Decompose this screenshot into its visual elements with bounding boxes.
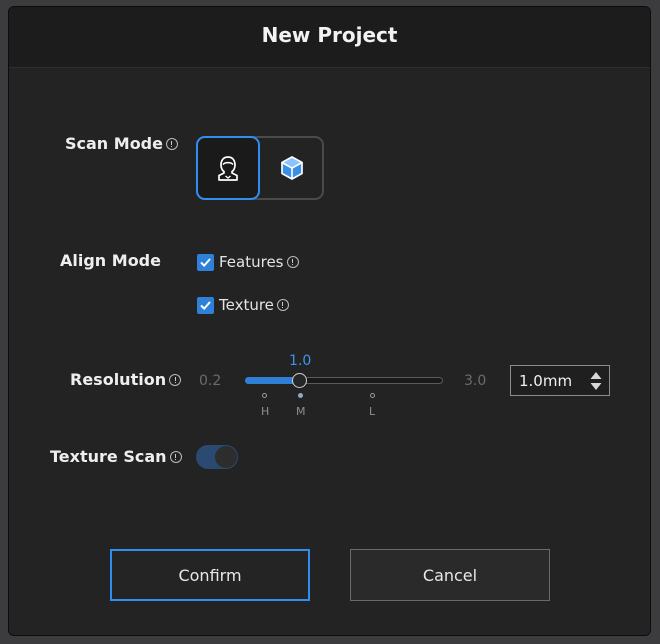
resolution-row: Resolution	[70, 370, 182, 389]
resolution-slider-thumb[interactable]	[292, 373, 307, 388]
resolution-info-icon[interactable]	[169, 373, 182, 386]
features-label: Features	[219, 253, 284, 271]
new-project-dialog: New Project Scan Mode Align Mode Feature…	[8, 6, 651, 636]
tick-m-dot	[298, 393, 303, 398]
resolution-input-value[interactable]: 1.0mm	[519, 372, 572, 390]
dialog-title: New Project	[261, 23, 398, 47]
scan-mode-object-button[interactable]	[260, 136, 324, 200]
resolution-label: Resolution	[70, 370, 167, 389]
person-icon	[218, 156, 238, 181]
checkmark-icon	[200, 301, 211, 311]
scan-mode-info-icon[interactable]	[165, 137, 178, 150]
features-checkbox[interactable]	[197, 254, 214, 271]
cancel-button[interactable]: Cancel	[350, 549, 550, 601]
features-info-icon[interactable]	[286, 255, 299, 268]
resolution-min: 0.2	[199, 373, 222, 389]
tick-h-dot	[262, 393, 267, 398]
texture-label: Texture	[219, 296, 274, 314]
align-mode-label: Align Mode	[60, 251, 161, 270]
checkmark-icon	[200, 258, 211, 268]
toggle-knob	[215, 446, 237, 468]
tick-m-label: M	[296, 405, 306, 418]
features-checkbox-row[interactable]: Features	[197, 253, 299, 271]
spin-arrows-icon[interactable]	[590, 371, 602, 391]
scan-mode-label: Scan Mode	[65, 134, 163, 153]
texture-info-icon[interactable]	[276, 298, 289, 311]
tick-l-dot	[370, 393, 375, 398]
scan-mode-selector	[196, 136, 324, 200]
texture-scan-row: Texture Scan	[50, 447, 182, 466]
scan-mode-row: Scan Mode	[65, 134, 178, 153]
resolution-spinbox[interactable]: 1.0mm	[510, 365, 610, 396]
texture-scan-info-icon[interactable]	[169, 450, 182, 463]
scan-mode-person-button[interactable]	[196, 136, 260, 200]
resolution-current-value: 1.0	[289, 353, 312, 369]
dialog-titlebar: New Project	[9, 7, 650, 68]
texture-checkbox[interactable]	[197, 297, 214, 314]
confirm-button[interactable]: Confirm	[110, 549, 310, 601]
texture-scan-label: Texture Scan	[50, 447, 167, 466]
tick-l-label: L	[369, 405, 376, 418]
texture-checkbox-row[interactable]: Texture	[197, 296, 289, 314]
texture-scan-toggle[interactable]	[196, 445, 238, 469]
tick-h-label: H	[261, 405, 270, 418]
cube-icon	[281, 156, 303, 180]
resolution-max: 3.0	[464, 373, 487, 389]
